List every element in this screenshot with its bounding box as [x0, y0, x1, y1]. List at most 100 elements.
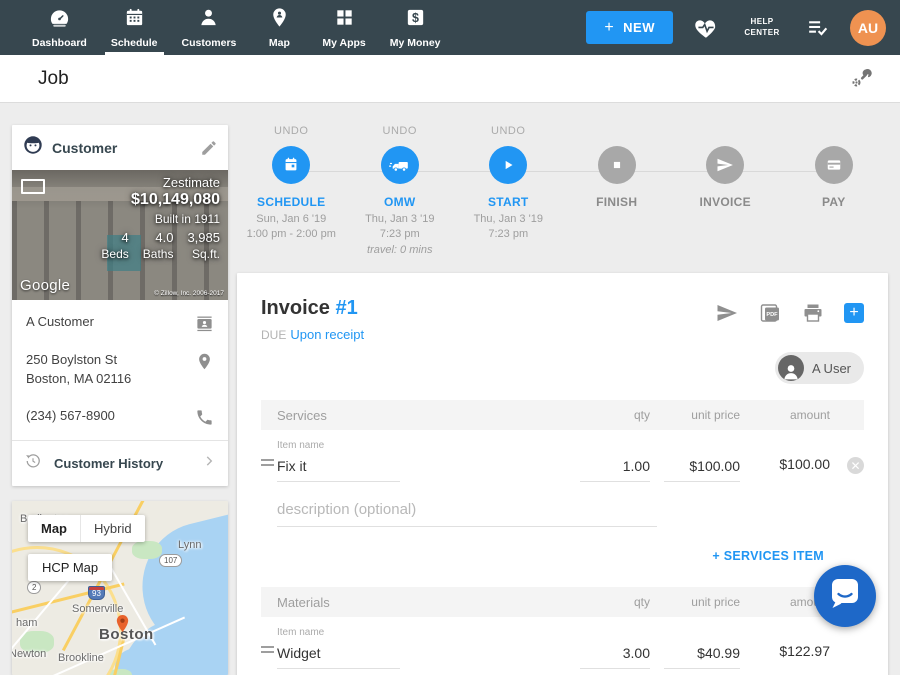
truck-step-icon[interactable]	[381, 146, 419, 184]
nav-item-my-apps[interactable]: My Apps	[310, 0, 377, 55]
timeline-step-start: UNDO START Thu, Jan 3 '197:23 pm	[454, 125, 563, 258]
new-button[interactable]: + NEW	[586, 11, 673, 44]
nav-item-customers[interactable]: Customers	[170, 0, 249, 55]
zestimate-value: $10,149,080	[101, 191, 220, 209]
help-center-link[interactable]: HELP CENTER	[739, 17, 785, 39]
job-timeline: UNDO SCHEDULE Sun, Jan 6 '191:00 pm - 2:…	[237, 125, 888, 264]
add-invoice-button[interactable]: +	[844, 303, 864, 323]
nav-item-label: My Apps	[322, 37, 365, 49]
nav-items: Dashboard Schedule Customers Map My Apps…	[0, 0, 453, 55]
qty-column-header: qty	[580, 595, 650, 609]
zestimate-info: Zestimate $10,149,080 Built in 1911 4 4.…	[101, 175, 220, 261]
customer-history-row[interactable]: Customer History	[12, 440, 228, 486]
unit-price-column-header: unit price	[650, 595, 740, 609]
chat-icon	[814, 563, 876, 630]
invoice-actions: PDF +	[715, 301, 864, 325]
remove-line-icon[interactable]: ✕	[847, 457, 864, 474]
map-marker-icon[interactable]	[114, 614, 131, 638]
edit-pencil-icon[interactable]	[200, 139, 218, 157]
invoice-header: Invoice #1 DUEUpon receipt PDF +	[261, 297, 864, 342]
step-label: SCHEDULE	[257, 195, 325, 209]
line-amount: $100.00	[740, 456, 830, 482]
materials-section-header: Materials qty unit price amount	[261, 587, 864, 617]
service-line-item: Item name $100.00 ✕	[277, 440, 864, 482]
nav-item-dashboard[interactable]: Dashboard	[20, 0, 99, 55]
add-services-item-link[interactable]: + SERVICES ITEM	[712, 549, 824, 563]
qty-input[interactable]	[580, 642, 650, 669]
nav-item-map[interactable]: Map	[248, 0, 310, 55]
unit-price-input[interactable]	[664, 642, 740, 669]
zestimate-label: Zestimate	[101, 175, 220, 190]
credit-card-step-icon[interactable]	[815, 146, 853, 184]
task-list-icon[interactable]	[805, 15, 830, 40]
undo-link[interactable]: UNDO	[383, 125, 417, 138]
nav-item-label: Schedule	[111, 37, 158, 49]
due-terms-link[interactable]: Upon receipt	[290, 327, 364, 342]
item-name-input[interactable]	[277, 642, 400, 669]
play-step-icon[interactable]	[489, 146, 527, 184]
main-panel: UNDO SCHEDULE Sun, Jan 6 '191:00 pm - 2:…	[237, 125, 888, 675]
undo-link[interactable]: UNDO	[274, 125, 308, 138]
svg-text:$: $	[412, 11, 419, 25]
chat-bubble-button[interactable]	[814, 565, 876, 627]
description-input[interactable]	[277, 498, 657, 527]
top-navigation: Dashboard Schedule Customers Map My Apps…	[0, 0, 900, 55]
map-card[interactable]: Burlington Lynn Somerville Boston ham Ne…	[12, 501, 228, 675]
nav-item-label: Dashboard	[32, 37, 87, 49]
property-photo: Zestimate $10,149,080 Built in 1911 4 4.…	[12, 170, 228, 300]
nav-item-my-money[interactable]: $ My Money	[378, 0, 453, 55]
person-icon	[197, 6, 220, 34]
services-section-header: Services qty unit price amount	[261, 400, 864, 430]
pdf-icon[interactable]: PDF	[758, 301, 782, 325]
contact-card-icon[interactable]	[195, 314, 214, 333]
timeline-step-invoice: INVOICE	[671, 125, 780, 258]
item-name-label: Item name	[277, 440, 400, 451]
step-detail: Thu, Jan 3 '197:23 pm	[474, 212, 543, 243]
schedule-step-icon[interactable]	[272, 146, 310, 184]
svg-text:PDF: PDF	[766, 312, 778, 318]
timeline-step-omw: UNDO OMW Thu, Jan 3 '197:23 pmtravel: 0 …	[346, 125, 455, 258]
money-icon: $	[404, 6, 427, 34]
unit-price-input[interactable]	[664, 455, 740, 482]
invoice-card: Invoice #1 DUEUpon receipt PDF + A User	[237, 273, 888, 675]
print-icon[interactable]	[801, 301, 825, 325]
hcp-map-button[interactable]: HCP Map	[28, 554, 112, 581]
timeline-step-finish: FINISH	[563, 125, 672, 258]
customer-name: A Customer	[26, 313, 94, 332]
calendar-icon	[123, 6, 146, 34]
map-pin-icon	[268, 6, 291, 34]
map-label: Lynn	[178, 539, 201, 551]
map-label: ham	[16, 617, 37, 629]
item-name-label: Item name	[277, 627, 400, 638]
user-avatar[interactable]: AU	[850, 10, 886, 46]
hybrid-button[interactable]: Hybrid	[80, 515, 145, 542]
location-pin-icon[interactable]	[195, 352, 214, 371]
customer-card: Customer Zestimate $10,149,080 Built in …	[12, 125, 228, 486]
health-heart-icon[interactable]	[693, 15, 719, 41]
send-step-icon[interactable]	[706, 146, 744, 184]
assigned-user-pill[interactable]: A User	[775, 352, 864, 384]
timeline-step-schedule: UNDO SCHEDULE Sun, Jan 6 '191:00 pm - 2:…	[237, 125, 346, 258]
item-name-input[interactable]	[277, 455, 400, 482]
map-label: Brookline	[58, 652, 104, 664]
send-invoice-icon[interactable]	[715, 301, 739, 325]
nav-item-label: Map	[269, 37, 290, 49]
stop-step-icon[interactable]	[598, 146, 636, 184]
step-label: INVOICE	[700, 195, 751, 209]
drag-handle-icon[interactable]	[261, 456, 274, 469]
sidebar: Customer Zestimate $10,149,080 Built in …	[12, 125, 228, 675]
street-view-icon[interactable]	[21, 179, 45, 194]
qty-input[interactable]	[580, 455, 650, 482]
nav-item-schedule[interactable]: Schedule	[99, 0, 170, 55]
step-label: START	[488, 195, 529, 209]
phone-icon[interactable]	[195, 408, 214, 427]
job-settings-icon[interactable]	[848, 67, 872, 91]
drag-handle-icon[interactable]	[261, 643, 274, 656]
plus-icon: +	[604, 23, 614, 33]
undo-link[interactable]: UNDO	[491, 125, 525, 138]
customer-details: A Customer 250 Boylston StBoston, MA 021…	[12, 300, 228, 436]
page-header: Job	[0, 55, 900, 103]
customer-history-label: Customer History	[54, 456, 190, 471]
timeline-step-pay: PAY	[780, 125, 889, 258]
map-button[interactable]: Map	[28, 515, 80, 542]
